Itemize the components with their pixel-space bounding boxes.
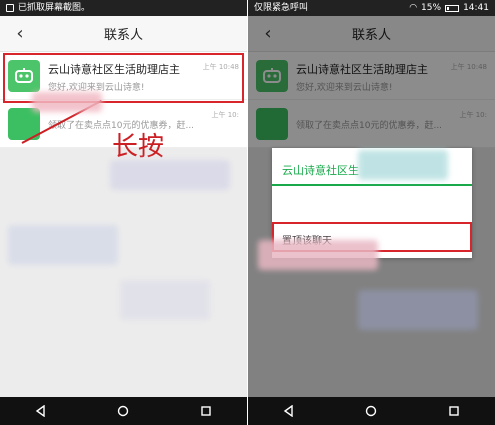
status-bar: 已抓取屏幕截图。 — [0, 0, 247, 16]
page-title: 联系人 — [103, 28, 143, 43]
app-bar: ‹ 联系人 — [0, 16, 247, 52]
square-recent-icon[interactable] — [444, 401, 464, 421]
status-bar: 仅限紧急呼叫 ◠ 15% 14:41 — [248, 0, 495, 16]
clock: 14:41 — [463, 3, 489, 13]
status-right: ◠ 15% 14:41 — [409, 0, 489, 16]
left-phone-screen: 已抓取屏幕截图。 ‹ 联系人 云山诗意社区生活助理店主 您好,欢迎来到云山诗意!… — [0, 0, 247, 425]
contact-time: 上午 10: — [211, 111, 240, 119]
battery-icon — [445, 4, 460, 12]
circle-home-icon[interactable] — [113, 401, 133, 421]
dialog-divider — [272, 184, 472, 186]
dialog-title: 云山诗意社区生 — [282, 164, 359, 177]
system-nav-bar — [248, 397, 495, 425]
privacy-blur — [358, 150, 448, 180]
system-nav-bar — [0, 397, 247, 425]
comparison-screenshot: 已抓取屏幕截图。 ‹ 联系人 云山诗意社区生活助理店主 您好,欢迎来到云山诗意!… — [0, 0, 495, 425]
status-text: 已抓取屏幕截图。 — [18, 3, 91, 13]
circle-home-icon[interactable] — [361, 401, 381, 421]
triangle-back-icon[interactable] — [279, 401, 299, 421]
right-phone-screen: 仅限紧急呼叫 ◠ 15% 14:41 ‹ 联系人 云山诗意社区生活助理店主 您好… — [248, 0, 495, 425]
square-recent-icon[interactable] — [196, 401, 216, 421]
privacy-blur — [8, 225, 118, 265]
battery-percent: 15% — [421, 3, 442, 13]
privacy-blur — [258, 240, 378, 270]
privacy-blur — [120, 280, 210, 320]
status-text: 仅限紧急呼叫 — [254, 3, 309, 13]
back-arrow-icon[interactable]: ‹ — [10, 24, 30, 44]
wifi-icon: ◠ — [409, 3, 418, 13]
screenshot-icon — [6, 4, 14, 12]
triangle-back-icon[interactable] — [31, 401, 51, 421]
privacy-blur — [32, 92, 102, 112]
annotation-text: 长按 — [112, 132, 165, 162]
privacy-blur — [358, 290, 478, 330]
privacy-blur — [110, 160, 230, 190]
